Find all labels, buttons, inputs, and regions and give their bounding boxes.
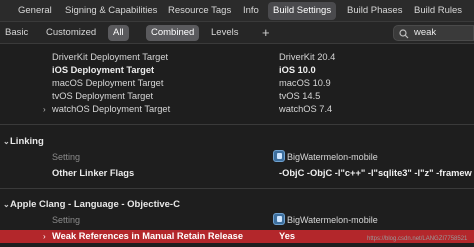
setting-name: watchOS Deployment Target — [52, 104, 171, 114]
disclosure-chevron-icon[interactable]: › — [43, 230, 46, 243]
tab-build-settings[interactable]: Build Settings — [268, 2, 337, 20]
app-target-icon — [273, 150, 285, 162]
setting-name: Other Linker Flags — [52, 168, 135, 178]
tab-resource-tags[interactable]: Resource Tags — [163, 2, 236, 20]
setting-value[interactable]: -ObjC -ObjC -l"c++" -l"sqlite3" -l"z" -f… — [279, 167, 472, 180]
setting-value[interactable]: Yes — [279, 230, 295, 243]
setting-row[interactable]: › watchOS Deployment Target watchOS 7.4 — [0, 103, 474, 116]
disclosure-chevron-icon[interactable]: › — [43, 103, 46, 116]
filter-customized-button[interactable]: Customized — [41, 25, 101, 41]
section-title: Apple Clang - Language - Objective-C — [10, 199, 180, 210]
search-field[interactable]: weak — [393, 25, 474, 41]
filter-bar: Basic Customized All Combined Levels + w… — [0, 22, 474, 44]
setting-value[interactable]: iOS 10.0 — [279, 64, 316, 77]
setting-row[interactable]: macOS Deployment Target macOS 10.9 — [0, 77, 474, 90]
tab-signing-capabilities[interactable]: Signing & Capabilities — [60, 2, 162, 20]
setting-name: iOS Deployment Target — [52, 65, 155, 75]
setting-name: DriverKit Deployment Target — [52, 52, 169, 62]
tab-info[interactable]: Info — [238, 2, 264, 20]
search-icon — [399, 29, 409, 39]
target-name: BigWatermelon-mobile — [287, 215, 378, 225]
setting-row[interactable]: DriverKit Deployment Target DriverKit 20… — [0, 51, 474, 64]
setting-name: macOS Deployment Target — [52, 78, 164, 88]
setting-row[interactable]: tvOS Deployment Target tvOS 14.5 — [0, 90, 474, 103]
setting-value[interactable]: macOS 10.9 — [279, 77, 331, 90]
section-divider — [0, 124, 474, 125]
column-header-row: Setting BigWatermelon-mobile — [0, 150, 474, 164]
setting-row[interactable]: Other Linker Flags -ObjC -ObjC -l"c++" -… — [0, 167, 474, 180]
section-header-apple-clang[interactable]: ⌄ Apple Clang - Language - Objective-C — [0, 197, 474, 212]
setting-row[interactable]: iOS Deployment Target iOS 10.0 — [0, 64, 474, 77]
setting-value[interactable]: watchOS 7.4 — [279, 103, 332, 116]
tab-general[interactable]: General — [13, 2, 57, 20]
filter-combined-button[interactable]: Combined — [146, 25, 200, 41]
app-target-icon — [273, 213, 285, 225]
filter-basic-button[interactable]: Basic — [0, 25, 33, 41]
tab-build-phases[interactable]: Build Phases — [342, 2, 407, 20]
filter-all-button[interactable]: All — [108, 25, 129, 41]
filter-levels-button[interactable]: Levels — [206, 25, 243, 41]
editor-tab-bar: General Signing & Capabilities Resource … — [0, 0, 474, 22]
add-setting-button[interactable]: + — [262, 24, 270, 42]
setting-name: Weak References in Manual Retain Release — [52, 231, 244, 241]
tab-build-rules[interactable]: Build Rules — [409, 2, 467, 20]
column-header-row: Setting BigWatermelon-mobile — [0, 213, 474, 227]
section-title: Linking — [10, 136, 44, 147]
section-header-linking[interactable]: ⌄ Linking — [0, 134, 474, 149]
chevron-down-icon[interactable]: ⌄ — [3, 134, 10, 149]
watermark-text: https://blog.csdn.net/LANGZI7758521 — [367, 236, 468, 242]
chevron-down-icon[interactable]: ⌄ — [3, 197, 10, 212]
column-header-setting: Setting — [52, 215, 81, 225]
search-input[interactable]: weak — [414, 26, 436, 40]
setting-value[interactable]: tvOS 14.5 — [279, 90, 320, 103]
setting-name: tvOS Deployment Target — [52, 91, 154, 101]
section-divider — [0, 188, 474, 189]
setting-value[interactable]: DriverKit 20.4 — [279, 51, 335, 64]
column-header-setting: Setting — [52, 152, 81, 162]
target-name: BigWatermelon-mobile — [287, 152, 378, 162]
